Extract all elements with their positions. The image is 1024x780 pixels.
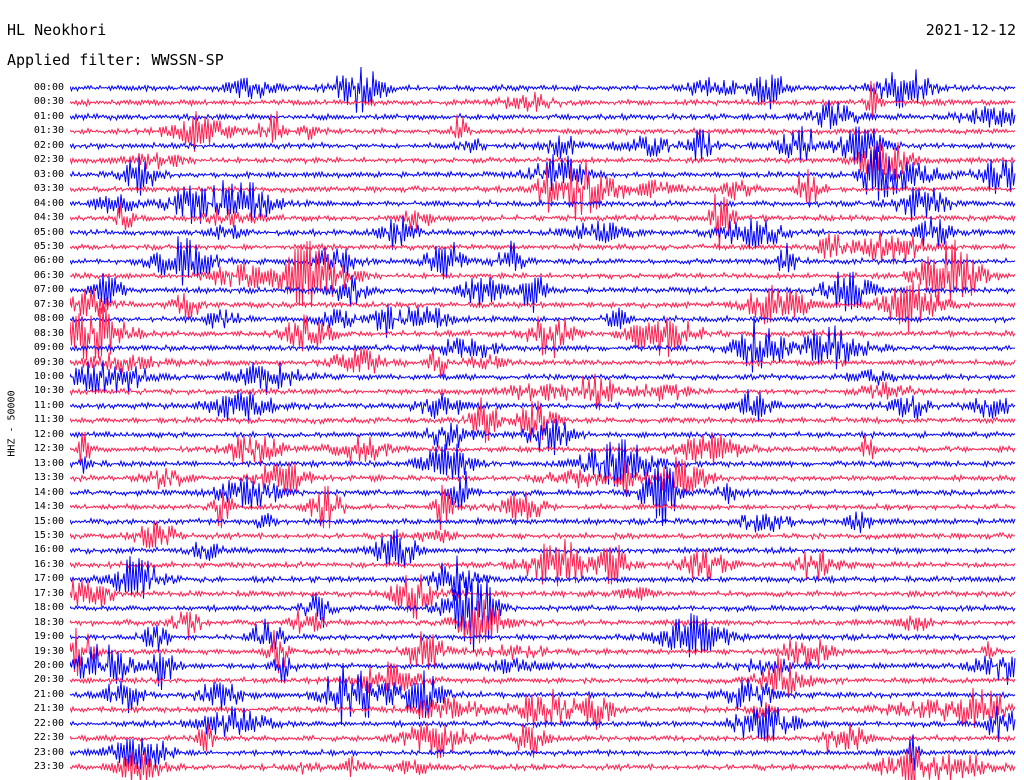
time-label: 00:00: [33, 82, 64, 93]
time-label: 02:00: [33, 139, 64, 151]
time-label: 08:00: [33, 313, 64, 325]
time-label: 18:00: [33, 602, 64, 614]
time-label: 07:30: [33, 298, 64, 310]
time-label: 15:30: [33, 529, 64, 541]
time-label: 08:30: [33, 327, 64, 339]
time-label: 06:00: [33, 255, 64, 267]
time-label: 15:00: [33, 515, 64, 527]
time-label: 23:00: [33, 746, 64, 758]
trace-row: [70, 520, 1016, 549]
time-label: 22:00: [33, 717, 64, 729]
time-label: 05:00: [33, 226, 64, 238]
time-label: 02:30: [33, 154, 64, 166]
time-label: 11:30: [33, 414, 64, 426]
trace-row: [70, 305, 1016, 361]
time-label: 06:30: [33, 269, 64, 281]
time-label: 07:00: [33, 284, 64, 296]
time-label: 05:30: [33, 240, 64, 252]
trace-row: [70, 439, 1016, 488]
time-label: 16:30: [33, 558, 64, 570]
time-label: 12:30: [33, 443, 64, 455]
trace-row: [70, 461, 1016, 526]
trace-row: [70, 578, 1016, 653]
time-label: 12:00: [33, 428, 64, 440]
trace-row: [70, 511, 1016, 534]
time-label: 17:30: [33, 587, 64, 599]
time-label: 22:30: [33, 732, 64, 744]
time-label: 20:30: [33, 674, 64, 686]
time-label: 14:00: [33, 486, 64, 498]
time-label: 20:00: [33, 660, 64, 671]
time-label: 10:00: [33, 371, 64, 382]
time-label: 04:30: [33, 212, 64, 224]
time-label: 19:30: [33, 645, 64, 657]
trace-row: [70, 360, 1016, 395]
time-label: 17:00: [33, 573, 64, 585]
time-label: 21:00: [33, 688, 64, 700]
time-label: 13:00: [33, 457, 64, 469]
trace-row: [70, 662, 1016, 726]
time-label: 18:30: [33, 616, 64, 628]
time-label: 11:00: [33, 399, 64, 411]
time-label: 21:30: [33, 703, 64, 715]
time-label: 19:00: [33, 631, 64, 643]
trace-row: [70, 80, 1016, 120]
trace-row: [70, 528, 1016, 567]
time-label: 01:30: [33, 125, 64, 137]
time-label: 13:30: [33, 472, 64, 484]
time-label: 01:00: [33, 110, 64, 122]
trace-row: [70, 745, 1016, 780]
time-label: 10:30: [33, 385, 64, 397]
time-label: 03:30: [33, 183, 64, 195]
time-label: 16:00: [33, 544, 64, 556]
time-label: 23:30: [33, 761, 64, 773]
helicorder-plot: [70, 66, 1016, 780]
time-axis: 00:00 00:30 01:00 01:30 02:00 02:30 03:00 03:30…: [0, 0, 68, 780]
time-label: 04:00: [33, 197, 64, 209]
time-label: 03:00: [33, 168, 64, 180]
time-label: 09:30: [33, 356, 64, 368]
time-label: 14:30: [33, 501, 64, 513]
time-label: 00:30: [33, 96, 64, 108]
time-label: 09:00: [33, 342, 64, 354]
